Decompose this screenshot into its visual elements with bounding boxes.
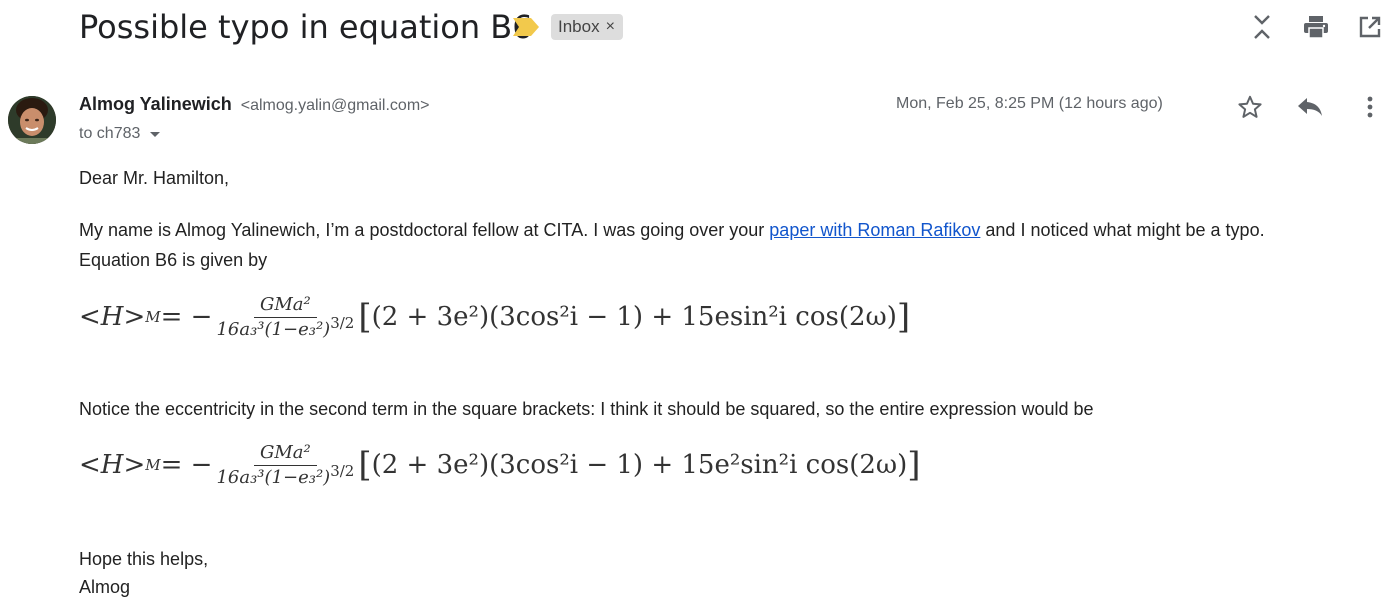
reply-icon[interactable] (1295, 92, 1325, 122)
expand-collapse-icon[interactable] (1247, 12, 1277, 42)
paragraph-2: Notice the eccentricity in the second te… (79, 399, 1094, 419)
eq1-numerator: GMa² (254, 294, 317, 318)
eq2-fraction: GMa² 16a₃³(1−e₃²)3/2 (216, 442, 354, 488)
eq2-numerator: GMa² (254, 442, 317, 466)
signature: Almog (79, 577, 131, 597)
important-marker-icon[interactable] (513, 18, 539, 36)
remove-label-button[interactable]: × (606, 18, 615, 36)
eq2-denominator: 16a₃³(1−e₃²) (216, 467, 331, 488)
eq1-denominator: 16a₃³(1−e₃²) (216, 319, 331, 340)
sender-avatar[interactable] (8, 96, 56, 144)
print-icon[interactable] (1301, 12, 1331, 42)
label-chip-text: Inbox (558, 17, 600, 36)
paragraph-1: My name is Almog Yalinewich, I’m a postd… (79, 215, 1265, 245)
label-chip-inbox: Inbox × (551, 14, 623, 40)
eq1-fraction: GMa² 16a₃³(1−e₃²)3/2 (216, 294, 354, 340)
recipient-line: to ch783 (79, 125, 161, 143)
recipient-text: to ch783 (79, 125, 141, 142)
eq1-lhs-sub: M (145, 308, 161, 326)
eq2-equals: = − (160, 450, 213, 480)
open-in-new-window-icon[interactable] (1355, 12, 1385, 42)
email-subject: Possible typo in equation B6 (79, 8, 533, 46)
eq2-den-power: 3/2 (330, 462, 355, 480)
show-details-dropdown-icon[interactable] (150, 131, 161, 137)
eq1-den-power: 3/2 (330, 314, 355, 332)
sender-name[interactable]: Almog Yalinewich (79, 94, 232, 114)
equation-corrected: <H> M = − GMa² 16a₃³(1−e₃²)3/2 [ (2 + 3e²… (79, 442, 921, 488)
paragraph-1-text-b: and I noticed what might be a typo. (980, 220, 1265, 240)
paper-link[interactable]: paper with Roman Rafikov (769, 220, 980, 240)
sender-email: <almog.yalin@gmail.com> (240, 97, 430, 114)
closing: Hope this helps, (79, 549, 209, 569)
equation-original: <H> M = − GMa² 16a₃³(1−e₃²)3/2 [ (2 + 3e²… (79, 294, 911, 340)
paragraph-1-line-2: Equation B6 is given by (79, 250, 268, 270)
eq2-body: (2 + 3e²)(3cos²i − 1) + 15e²sin²i cos(2ω… (371, 450, 908, 480)
email-date: Mon, Feb 25, 8:25 PM (12 hours ago) (896, 95, 1163, 112)
paragraph-1-text-a: My name is Almog Yalinewich, I’m a postd… (79, 220, 770, 240)
eq1-body: (2 + 3e²)(3cos²i − 1) + 15esin²i cos(2ω) (371, 302, 897, 332)
greeting: Dear Mr. Hamilton, (79, 168, 230, 188)
star-icon[interactable] (1235, 92, 1265, 122)
eq2-lhs-sub: M (145, 456, 161, 474)
sender-line: Almog Yalinewich <almog.yalin@gmail.com> (79, 94, 430, 115)
more-vert-icon[interactable] (1355, 92, 1385, 122)
eq1-equals: = − (160, 302, 213, 332)
eq2-lhs: <H> (79, 450, 146, 480)
eq1-lhs: <H> (79, 302, 146, 332)
